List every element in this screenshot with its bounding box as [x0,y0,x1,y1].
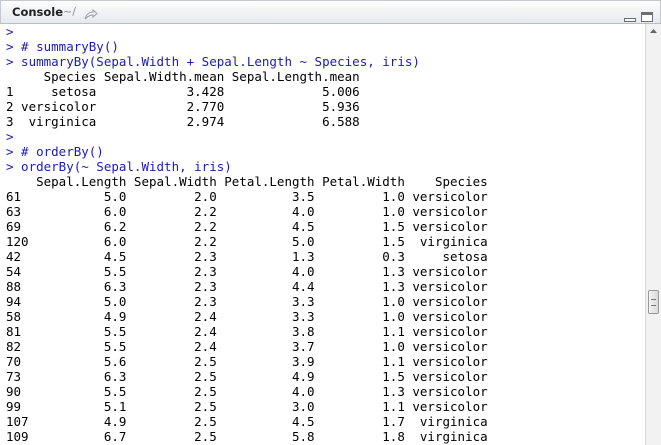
console-line: 109 6.7 2.5 5.8 1.8 virginica [6,429,488,444]
console-line: > [6,129,14,144]
scrollbar-thumb[interactable] [648,290,659,314]
console-line: 99 5.1 2.5 3.0 1.1 versicolor [6,399,488,414]
console-line: > # orderBy() [6,144,104,159]
console-line: 73 6.3 2.5 4.9 1.5 versicolor [6,369,488,384]
minimize-icon[interactable] [624,7,636,22]
vertical-scrollbar[interactable] [645,24,661,445]
console-line: 90 5.5 2.5 4.0 1.3 versicolor [6,384,488,399]
console-output[interactable]: > > # summaryBy() > summaryBy(Sepal.Widt… [0,24,643,445]
console-line: > summaryBy(Sepal.Width + Sepal.Length ~… [6,54,420,69]
console-line: 69 6.2 2.2 4.5 1.5 versicolor [6,219,488,234]
console-line: Sepal.Length Sepal.Width Petal.Length Pe… [6,174,488,189]
console-line: 42 4.5 2.3 1.3 0.3 setosa [6,249,488,264]
console-pane: Console ~/ > > # summaryBy() > summaryBy… [0,0,661,445]
console-line: > orderBy(~ Sepal.Width, iris) [6,159,232,174]
console-line: 61 5.0 2.0 3.5 1.0 versicolor [6,189,488,204]
console-line: 70 5.6 2.5 3.9 1.1 versicolor [6,354,488,369]
console-line: 63 6.0 2.2 4.0 1.0 versicolor [6,204,488,219]
console-line: 94 5.0 2.3 3.3 1.0 versicolor [6,294,488,309]
console-line: Species Sepal.Width.mean Sepal.Length.me… [6,69,360,84]
console-line: > # summaryBy() [6,39,119,54]
console-line: 88 6.3 2.3 4.4 1.3 versicolor [6,279,488,294]
console-line: 120 6.0 2.2 5.0 1.5 virginica [6,234,488,249]
console-line: 82 5.5 2.4 3.7 1.0 versicolor [6,339,488,354]
console-title: Console [12,5,64,19]
maximize-icon[interactable] [641,7,653,22]
console-line: 1 setosa 3.428 5.006 [6,84,360,99]
console-line: 2 versicolor 2.770 5.936 [6,99,360,114]
console-line: 81 5.5 2.4 3.8 1.1 versicolor [6,324,488,339]
arrow-icon[interactable] [84,6,98,20]
console-header: Console ~/ [0,0,661,24]
console-line: 54 5.5 2.3 4.0 1.3 versicolor [6,264,488,279]
console-line: 3 virginica 2.974 6.588 [6,114,360,129]
scroll-up-icon[interactable] [646,24,661,39]
working-directory[interactable]: ~/ [63,5,76,18]
console-line: > [6,24,14,39]
console-line: 58 4.9 2.4 3.3 1.0 versicolor [6,309,488,324]
console-line: 107 4.9 2.5 4.5 1.7 virginica [6,414,488,429]
